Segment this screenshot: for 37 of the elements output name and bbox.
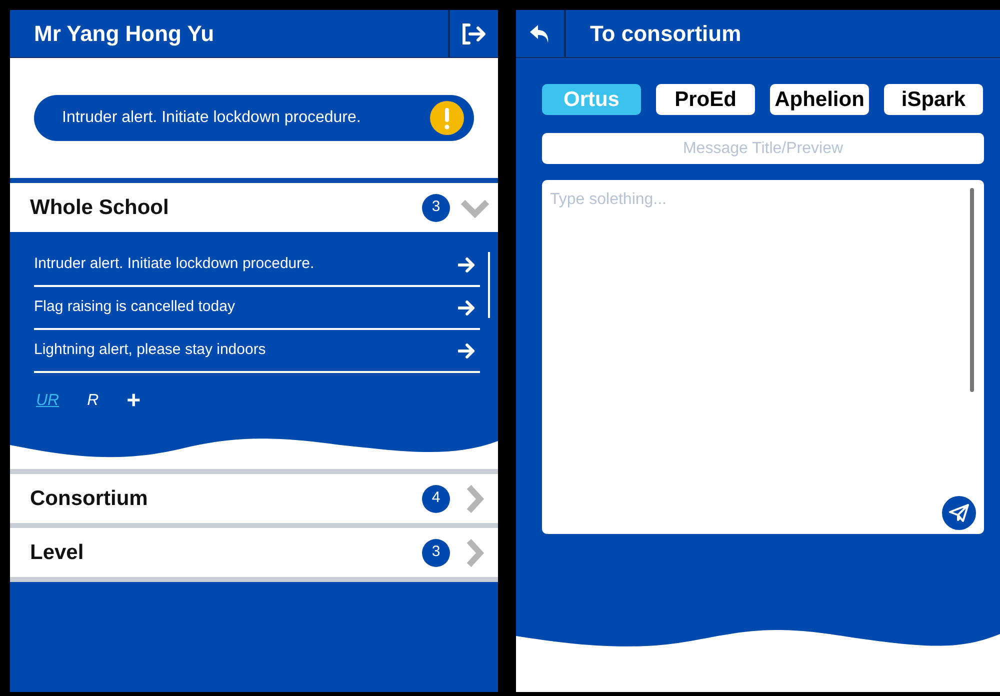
recipient-tab[interactable]: iSpark (884, 84, 983, 115)
message-item[interactable]: Intruder alert. Initiate lockdown procedure. (34, 244, 480, 287)
add-button[interactable]: + (126, 389, 141, 413)
warning-icon (430, 101, 464, 135)
group-header[interactable]: Whole School 3 (10, 183, 498, 232)
filter-tab[interactable]: UR (36, 389, 60, 413)
send-button[interactable] (942, 496, 976, 530)
recipient-tab[interactable]: ProEd (656, 84, 755, 115)
group-header[interactable]: Level 3 (10, 528, 498, 577)
arrow-icon (458, 256, 476, 272)
message-item[interactable]: Flag raising is cancelled today (34, 287, 480, 330)
scrollbar[interactable] (970, 188, 974, 392)
group-name: Whole School (30, 194, 170, 221)
alert-banner[interactable]: Intruder alert. Initiate lockdown procedure. (34, 95, 474, 141)
message-field[interactable]: Type solething... (542, 180, 984, 534)
screen-title: To consortium (589, 20, 742, 48)
group-name: Level (30, 540, 85, 566)
alert-text: Intruder alert. Initiate lockdown procedure. (62, 108, 361, 128)
count-badge: 3 (422, 538, 450, 566)
arrow-icon (458, 300, 476, 316)
group-header[interactable]: Consortium 4 (10, 474, 498, 523)
group-name: Consortium (30, 486, 149, 512)
message-item[interactable]: Lightning alert, please stay indoors (34, 330, 480, 373)
scrollbar[interactable] (488, 252, 490, 318)
count-badge: 4 (422, 484, 450, 512)
count-badge: 3 (422, 194, 450, 222)
message-text: Flag raising is cancelled today (34, 297, 235, 318)
recipient-tab[interactable]: Aphelion (770, 84, 869, 115)
filter-tab[interactable]: R (87, 389, 99, 413)
logout-icon (461, 22, 487, 44)
user-name: Mr Yang Hong Yu (33, 20, 216, 48)
message-text: Lightning alert, please stay indoors (34, 340, 266, 360)
paper-plane-icon (949, 504, 969, 522)
chevron-down-icon (460, 198, 490, 218)
title-field[interactable]: Message Title/Preview (542, 133, 984, 164)
message-text: Intruder alert. Initiate lockdown procedure. (34, 254, 314, 274)
arrow-icon (458, 342, 476, 358)
